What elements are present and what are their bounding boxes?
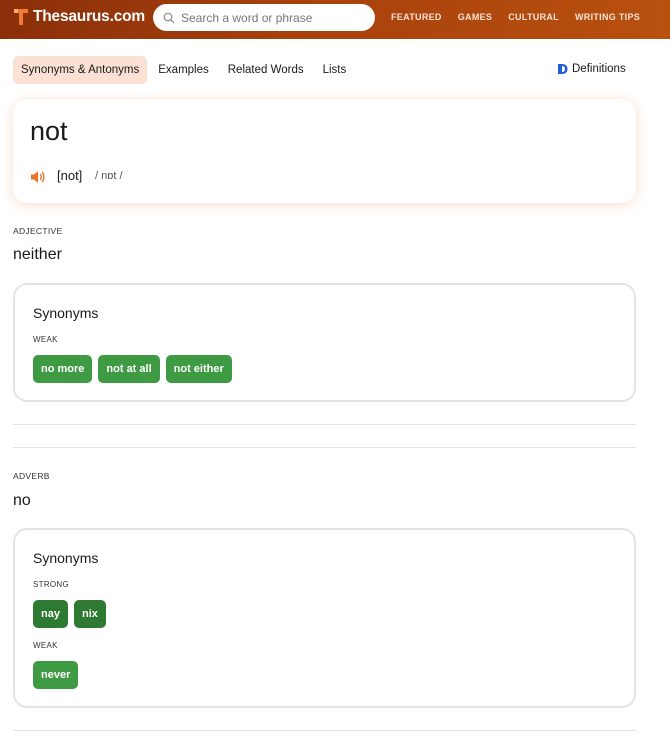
site-logo[interactable]: Thesaurus.com — [13, 8, 145, 26]
nav-games[interactable]: GAMES — [458, 12, 493, 22]
synonyms-box: Synonyms WEAK no more not at all not eit… — [13, 283, 636, 402]
synonym-chip[interactable]: not at all — [98, 355, 160, 383]
search-icon — [163, 12, 175, 23]
sense-heading: no — [13, 492, 31, 509]
tab-lists[interactable]: Lists — [315, 56, 355, 84]
pronunciation: [not] — [57, 168, 83, 183]
strength-label: WEAK — [33, 335, 58, 344]
section-divider — [13, 447, 636, 448]
synonym-chips: nay nix — [33, 600, 106, 628]
sense-heading: neither — [13, 246, 62, 263]
search-input[interactable] — [181, 10, 361, 25]
dictionary-logo-icon — [558, 64, 568, 74]
tab-examples[interactable]: Examples — [150, 56, 217, 84]
synonym-chip[interactable]: not either — [165, 355, 232, 383]
section-divider — [13, 424, 636, 425]
speaker-icon[interactable] — [30, 170, 47, 184]
ipa-pronunciation: / nɒt / — [95, 170, 123, 182]
strength-label: STRONG — [33, 580, 70, 589]
top-bar: Thesaurus.com FEATURED GAMES CULTURAL WR… — [0, 0, 670, 39]
definitions-link[interactable]: Definitions — [557, 63, 626, 75]
synonym-chip[interactable]: nay — [33, 600, 68, 628]
synonym-chip[interactable]: no more — [33, 355, 93, 383]
part-of-speech: ADVERB — [13, 471, 50, 481]
tab-synonyms-antonyms[interactable]: Synonyms & Antonyms — [13, 56, 148, 84]
tab-related-words[interactable]: Related Words — [220, 56, 312, 84]
synonyms-title: Synonyms — [33, 305, 99, 321]
synonym-chip[interactable]: nix — [73, 600, 106, 628]
search-bar[interactable] — [153, 4, 375, 31]
section-divider — [13, 730, 636, 731]
synonym-chip[interactable]: never — [33, 661, 79, 689]
thesaurus-logo-icon — [14, 9, 28, 25]
nav-cultural[interactable]: CULTURAL — [508, 12, 559, 22]
strength-label: WEAK — [33, 641, 58, 650]
definitions-label: Definitions — [572, 63, 626, 75]
synonym-chips: no more not at all not either — [33, 355, 232, 383]
word-card: not [not] / nɒt / — [13, 99, 636, 203]
part-of-speech: ADJECTIVE — [13, 226, 63, 236]
top-nav: FEATURED GAMES CULTURAL WRITING TIPS — [391, 12, 640, 22]
headword: not — [30, 116, 68, 146]
nav-featured[interactable]: FEATURED — [391, 12, 442, 22]
nav-writing-tips[interactable]: WRITING TIPS — [575, 12, 640, 22]
synonym-chips: never — [33, 661, 79, 689]
logo-text: Thesaurus.com — [33, 8, 145, 25]
synonyms-box: Synonyms STRONG nay nix WEAK never — [13, 528, 636, 708]
tab-bar: Synonyms & Antonyms Examples Related Wor… — [13, 56, 354, 84]
synonyms-title: Synonyms — [33, 550, 99, 566]
